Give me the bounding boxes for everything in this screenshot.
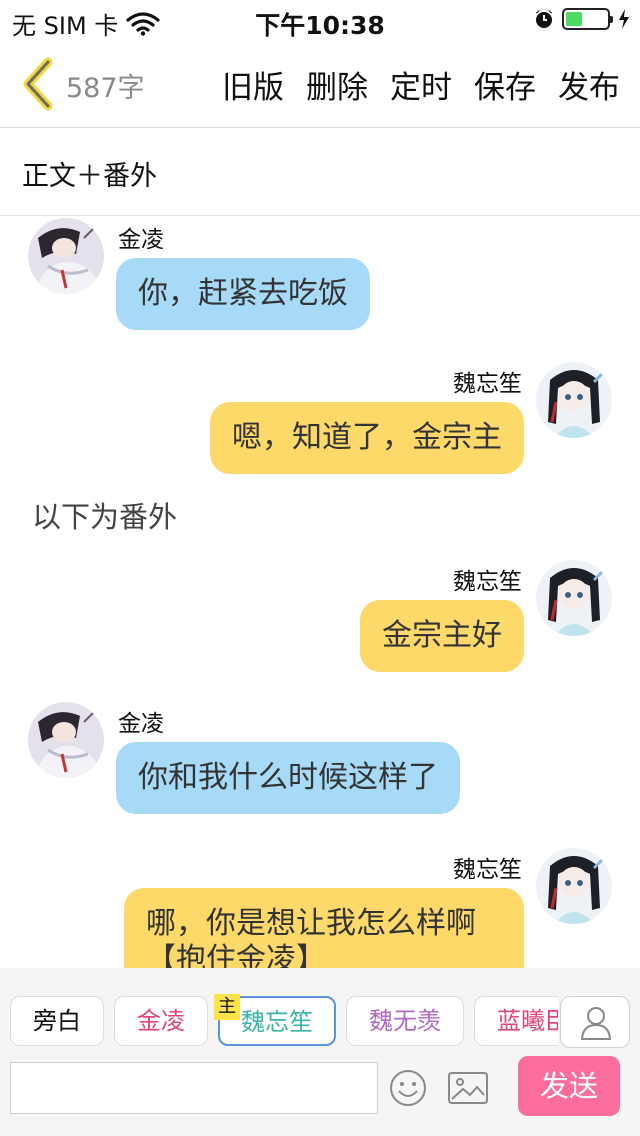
message-bubble-left[interactable]: 你和我什么时候这样了 [116, 742, 460, 814]
nav-actions: 旧版 删除 定时 保存 发布 [222, 62, 620, 107]
main-role-badge: 主 [214, 994, 240, 1020]
chat-area[interactable]: 金凌 你，赶紧去吃饭 魏忘笙 嗯，知道了，金宗主 以下为番外 魏忘笙 金宗主好 … [0, 216, 640, 968]
message-bubble-right[interactable]: 嗯，知道了，金宗主 [210, 402, 524, 474]
delete-button[interactable]: 删除 [306, 62, 368, 107]
avatar-jinling[interactable] [28, 218, 104, 294]
composer-panel: 旁白 金凌 魏忘笙 魏无羡 蓝曦臣 主 发送 [0, 968, 640, 1136]
chip-narrator[interactable]: 旁白 [10, 996, 104, 1046]
chip-character[interactable]: 魏无羡 [346, 996, 464, 1046]
status-right [534, 8, 630, 30]
chip-character[interactable]: 金凌 [114, 996, 208, 1046]
sender-name: 魏忘笙 [453, 569, 522, 595]
nav-bar: 587字 旧版 删除 定时 保存 发布 [0, 40, 640, 128]
character-chips[interactable]: 旁白 金凌 魏忘笙 魏无羡 蓝曦臣 [10, 996, 558, 1048]
message-bubble-right[interactable]: 金宗主好 [360, 600, 524, 672]
sender-name: 魏忘笙 [453, 371, 522, 397]
schedule-button[interactable]: 定时 [390, 62, 452, 107]
image-icon[interactable] [446, 1068, 490, 1108]
avatar-weiwangsheng[interactable] [536, 362, 612, 438]
status-bar: 无 SIM 卡 下午10:38 [0, 0, 640, 40]
chevron-left-icon[interactable] [18, 56, 58, 112]
sender-name: 金凌 [118, 711, 164, 737]
person-icon [580, 1007, 612, 1040]
alarm-icon [535, 9, 553, 28]
sender-name: 魏忘笙 [453, 857, 522, 883]
chapter-title: 正文＋番外 [22, 161, 157, 192]
send-button[interactable]: 发送 [518, 1056, 620, 1116]
publish-button[interactable]: 发布 [558, 62, 620, 107]
avatar-weiwangsheng[interactable] [536, 560, 612, 636]
old-version-button[interactable]: 旧版 [222, 62, 284, 107]
chapter-title-row[interactable]: 正文＋番外 [0, 128, 640, 216]
avatar-weiwangsheng[interactable] [536, 848, 612, 924]
message-input[interactable] [10, 1062, 378, 1114]
save-button[interactable]: 保存 [474, 62, 536, 107]
avatar-jinling[interactable] [28, 702, 104, 778]
person-button[interactable] [560, 996, 630, 1048]
word-count: 587字 [66, 73, 145, 104]
narration-text[interactable]: 以下为番外 [32, 494, 177, 536]
battery-fill [566, 12, 582, 26]
message-bubble-left[interactable]: 你，赶紧去吃饭 [116, 258, 370, 330]
smiley-icon[interactable] [388, 1068, 428, 1108]
chip-character[interactable]: 蓝曦臣 [474, 996, 558, 1046]
battery-icon [562, 8, 613, 30]
message-bubble-right[interactable]: 哪，你是想让我怎么样啊【抱住金凌】 [124, 888, 524, 968]
charging-bolt-icon [619, 9, 629, 29]
sender-name: 金凌 [118, 227, 164, 253]
screen: 无 SIM 卡 下午10:38 587字 旧版 删除 定时 保存 发布 正文＋番… [0, 0, 640, 1136]
